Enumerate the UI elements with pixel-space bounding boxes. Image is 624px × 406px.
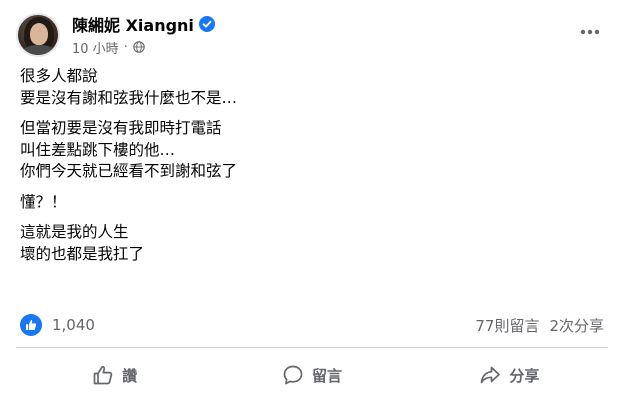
separator-dot: · [123,39,128,55]
post-timestamp[interactable]: 10 小時 [72,38,119,57]
author-avatar[interactable] [16,13,60,57]
author-name[interactable]: 陳緗妮 Xiangni [72,12,194,36]
content-line: 要是沒有謝和弦我什麼也不是… [20,88,238,107]
share-label: 分享 [509,366,540,385]
paragraph: 但當初要是沒有我即時打電話 叫住差點跳下樓的他… 你們今天就已經看不到謝和弦了 [20,118,604,183]
author-meta: 陳緗妮 Xiangni 10 小時 · [72,13,215,57]
content-line: 懂？！ [20,192,67,211]
comments-count-link[interactable]: 77則留言 [475,315,539,336]
thumbs-up-icon [93,365,113,385]
comment-bubble-icon [283,365,303,385]
like-reaction-icon [20,314,42,336]
content-line: 壞的也都是我扛了 [20,244,145,263]
paragraph: 懂？！ [20,192,604,214]
facebook-post: 陳緗妮 Xiangni 10 小時 · 很多人都說 要是沒有謝和弦我什麼也不是…… [0,0,624,406]
like-label: 讚 [122,366,138,385]
divider [16,347,608,348]
reactions-summary[interactable]: 1,040 [20,314,95,336]
paragraph: 很多人都說 要是沒有謝和弦我什麼也不是… [20,66,604,109]
action-bar: 讚 留言 分享 [16,352,608,398]
share-button[interactable]: 分享 [411,352,608,398]
like-button[interactable]: 讚 [16,352,213,398]
content-line: 你們今天就已經看不到謝和弦了 [20,162,238,180]
post-content: 很多人都說 要是沒有謝和弦我什麼也不是… 但當初要是沒有我即時打電話 叫住差點跳… [20,66,604,274]
content-line: 很多人都說 [20,67,98,85]
share-arrow-icon [480,366,501,384]
comment-label: 留言 [311,366,342,385]
paragraph: 這就是我的人生 壞的也都是我扛了 [20,222,604,265]
more-options-button[interactable] [572,14,608,50]
post-header: 陳緗妮 Xiangni 10 小時 · [16,12,608,58]
comment-button[interactable]: 留言 [213,352,410,398]
globe-icon [133,41,145,53]
reactions-count: 1,040 [52,316,95,334]
verified-badge-icon [198,16,215,32]
post-stats: 1,040 77則留言 2次分享 [20,311,604,339]
content-line: 這就是我的人生 [20,223,129,241]
more-dots-icon [580,29,600,35]
shares-count-link[interactable]: 2次分享 [549,315,604,336]
content-line: 但當初要是沒有我即時打電話 [20,119,222,137]
content-line: 叫住差點跳下樓的他… [20,140,176,159]
